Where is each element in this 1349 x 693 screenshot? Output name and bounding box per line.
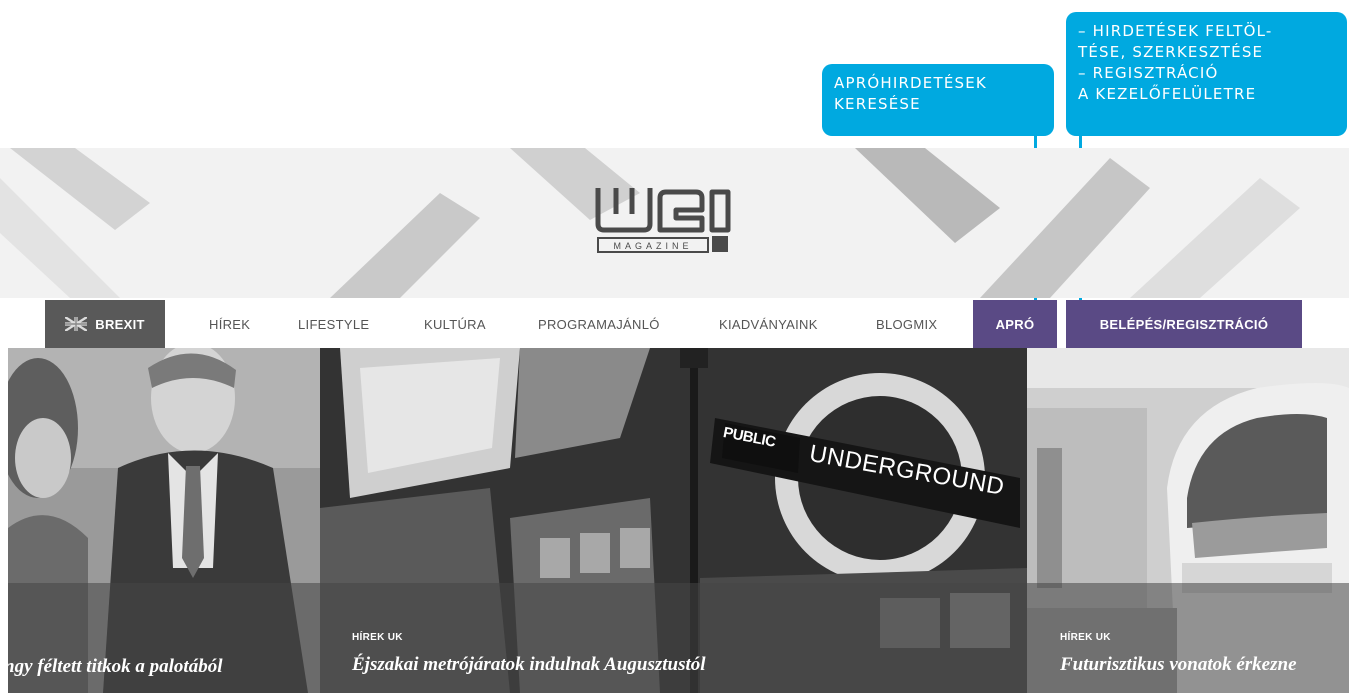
slide-royal[interactable]: ngy féltett titkok a palotából — [8, 348, 320, 693]
slide-headline[interactable]: Futurisztikus vonatok érkezne — [1060, 654, 1297, 676]
slide-headline[interactable]: ngy féltett titkok a palotából — [8, 656, 222, 678]
slide-category[interactable]: HÍREK UK — [352, 632, 403, 643]
nav-item-label: BREXIT — [95, 316, 145, 332]
slide-underground[interactable]: PUBLIC UNDERGROUND HÍREK UK Éjszakai met… — [320, 348, 1027, 693]
main-navigation: BREXIT HÍREK LIFESTYLE KULTÚRA PROGRAMAJ… — [0, 300, 1349, 348]
nav-item-hirek[interactable]: HÍREK — [209, 300, 250, 348]
slide-train[interactable]: HÍREK UK Futurisztikus vonatok érkezne — [1027, 348, 1349, 693]
hero-slider: ngy féltett titkok a palotából PUBLIC UN… — [8, 348, 1349, 693]
slide-headline[interactable]: Éjszakai metrójáratok indulnak Augusztus… — [352, 654, 706, 676]
nav-item-lifestyle[interactable]: LIFESTYLE — [298, 300, 369, 348]
callout-upload-register: – HIRDETÉSEK FELTÖL- TÉSE, SZERKESZTÉSE … — [1066, 12, 1347, 136]
logo-tagline: MAGAZINE — [613, 241, 692, 251]
slide-category[interactable]: HÍREK UK — [1060, 632, 1111, 643]
callout-search-ads: APRÓHIRDETÉSEK KERESÉSE — [822, 64, 1054, 136]
wei-magazine-logo: MAGAZINE — [595, 188, 731, 253]
nav-item-programajanlo[interactable]: PROGRAMAJÁNLÓ — [538, 300, 660, 348]
nav-item-brexit[interactable]: BREXIT — [45, 300, 165, 348]
site-logo[interactable]: MAGAZINE — [592, 178, 752, 266]
nav-item-kiadvanyaink[interactable]: KIADVÁNYAINK — [719, 300, 818, 348]
nav-item-login-register[interactable]: BELÉPÉS/REGISZTRÁCIÓ — [1066, 300, 1302, 348]
slide-caption-shade — [320, 583, 1027, 693]
nav-item-blogmix[interactable]: BLOGMIX — [876, 300, 937, 348]
nav-item-apro[interactable]: APRÓ — [973, 300, 1057, 348]
uk-flag-icon — [65, 317, 88, 331]
nav-item-kultura[interactable]: KULTÚRA — [424, 300, 486, 348]
